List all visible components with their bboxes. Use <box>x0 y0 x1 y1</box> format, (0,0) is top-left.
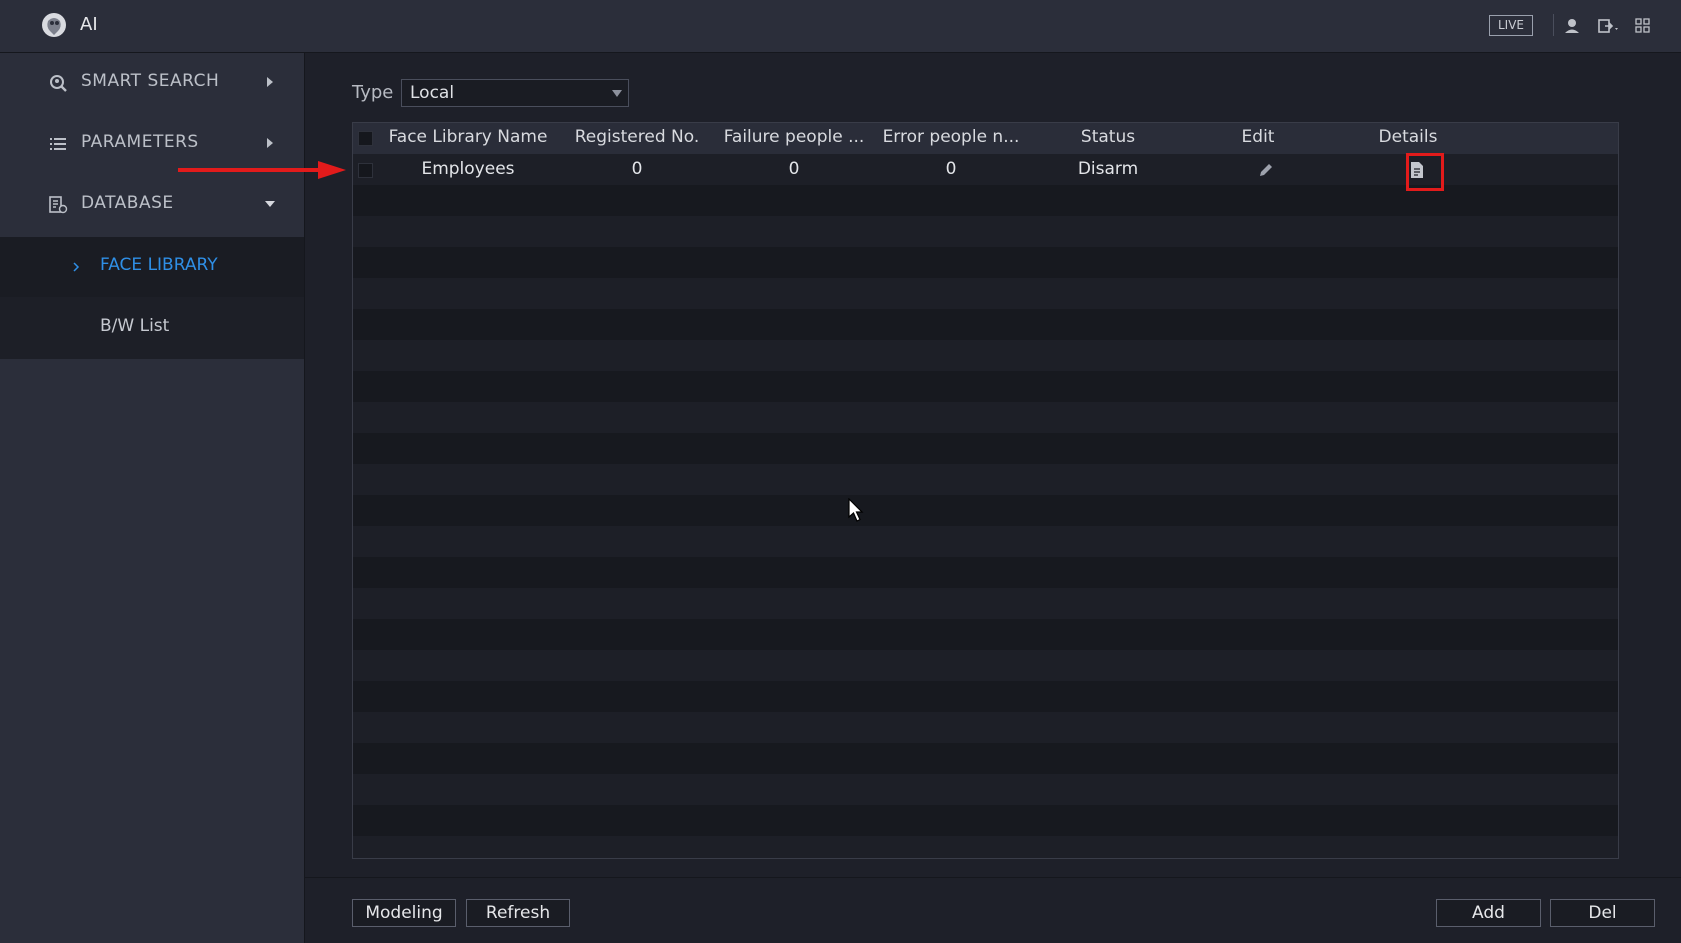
database-submenu: FACE LIBRARY B/W List <box>0 237 304 359</box>
empty-table-row <box>353 650 1618 681</box>
sidebar-item-label: PARAMETERS <box>81 132 199 152</box>
column-header: Failure people ... <box>723 127 865 147</box>
chevron-down-icon <box>265 201 275 207</box>
registered-count-cell: 0 <box>631 159 643 179</box>
live-button[interactable]: LIVE <box>1489 15 1533 36</box>
modeling-button[interactable]: Modeling <box>352 899 456 927</box>
column-header: Status <box>1080 127 1136 147</box>
empty-table-row <box>353 526 1618 557</box>
column-header: Details <box>1378 127 1438 147</box>
empty-table-row <box>353 433 1618 464</box>
submenu-item-face-library[interactable]: FACE LIBRARY <box>0 237 304 297</box>
app-title: AI <box>80 14 98 35</box>
user-icon[interactable] <box>1561 15 1583 37</box>
empty-table-row <box>353 495 1618 526</box>
app-logo-icon <box>42 13 66 37</box>
empty-table-row <box>353 774 1618 805</box>
empty-table-row <box>353 402 1618 433</box>
sidebar: SMART SEARCH PARAMETERS DATABASE FACE LI… <box>0 53 305 943</box>
library-name-cell: Employees <box>421 159 515 179</box>
annotation-arrow-icon <box>178 161 346 179</box>
empty-table-row <box>353 836 1618 858</box>
empty-table-row <box>353 712 1618 743</box>
submenu-item-bw-list[interactable]: B/W List <box>0 298 304 358</box>
chevron-down-icon <box>612 90 622 97</box>
empty-table-row <box>353 216 1618 247</box>
column-header: Edit <box>1241 127 1275 147</box>
empty-table-row <box>353 588 1618 619</box>
face-library-table: Face Library Name Registered No. Failure… <box>352 122 1619 859</box>
smart-search-icon <box>50 75 67 92</box>
empty-table-row <box>353 278 1618 309</box>
empty-table-row <box>353 805 1618 836</box>
type-select-value: Local <box>410 83 455 103</box>
table-header: Face Library Name Registered No. Failure… <box>353 123 1618 154</box>
list-icon <box>50 138 66 150</box>
select-all-checkbox[interactable] <box>358 131 373 146</box>
edit-pencil-icon[interactable] <box>1258 162 1274 178</box>
column-header: Error people n... <box>882 127 1020 147</box>
sidebar-item-label: SMART SEARCH <box>81 71 220 91</box>
empty-table-row <box>353 619 1618 650</box>
column-header: Face Library Name <box>388 127 548 147</box>
empty-table-row <box>353 247 1618 278</box>
table-body <box>353 154 1618 858</box>
empty-table-row <box>353 464 1618 495</box>
column-header: Registered No. <box>574 127 700 147</box>
toolbar-divider <box>1553 14 1554 36</box>
top-bar: AI LIVE <box>0 0 1681 53</box>
failure-count-cell: 0 <box>788 159 800 179</box>
chevron-right-icon <box>73 262 80 272</box>
footer-divider <box>305 877 1681 878</box>
empty-table-row <box>353 743 1618 774</box>
empty-table-row <box>353 681 1618 712</box>
row-checkbox[interactable] <box>358 163 373 178</box>
sidebar-item-database[interactable]: DATABASE <box>0 175 304 235</box>
chevron-right-icon <box>267 77 273 87</box>
empty-table-row <box>353 309 1618 340</box>
del-button[interactable]: Del <box>1550 899 1655 927</box>
submenu-item-label: B/W List <box>100 316 170 336</box>
type-select[interactable]: Local <box>401 79 629 107</box>
chevron-right-icon <box>267 138 273 148</box>
empty-table-row <box>353 371 1618 402</box>
logout-icon[interactable] <box>1596 15 1622 37</box>
menu-grid-icon[interactable] <box>1632 15 1654 37</box>
error-count-cell: 0 <box>945 159 957 179</box>
mouse-cursor-icon <box>848 498 864 522</box>
submenu-item-label: FACE LIBRARY <box>100 255 218 275</box>
status-cell: Disarm <box>1077 159 1139 179</box>
sidebar-item-label: DATABASE <box>81 193 174 213</box>
empty-table-row <box>353 557 1618 588</box>
database-icon <box>49 196 68 214</box>
add-button[interactable]: Add <box>1436 899 1541 927</box>
empty-table-row <box>353 340 1618 371</box>
annotation-highlight-box <box>1406 153 1444 191</box>
refresh-button[interactable]: Refresh <box>466 899 570 927</box>
type-label: Type <box>352 82 394 103</box>
sidebar-item-smart-search[interactable]: SMART SEARCH <box>0 53 304 113</box>
